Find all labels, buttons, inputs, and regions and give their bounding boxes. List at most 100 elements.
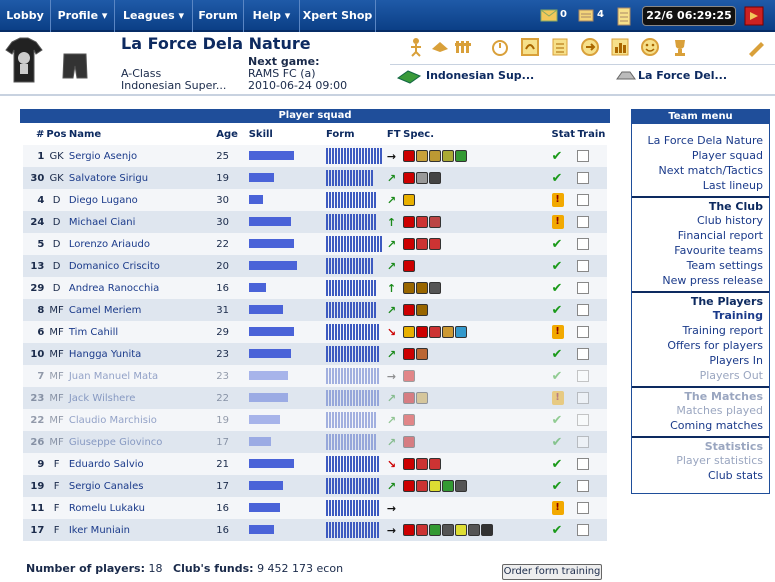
column-header-train[interactable]: Train xyxy=(576,123,607,145)
train-checkbox[interactable] xyxy=(577,524,590,536)
train-checkbox[interactable] xyxy=(577,260,590,272)
skill-bar xyxy=(248,525,274,534)
player-name-link[interactable]: Iker Muniain xyxy=(69,525,130,536)
specialty-icon xyxy=(416,150,429,162)
league-select[interactable]: Indonesian Sup... xyxy=(426,69,534,82)
pen-icon[interactable] xyxy=(746,37,768,57)
players-count: 18 xyxy=(148,562,163,575)
team-menu-link[interactable]: La Force Dela Nature xyxy=(632,133,769,148)
team-menu-link[interactable]: Players Out xyxy=(632,368,769,383)
player-name-link[interactable]: Andrea Ranocchia xyxy=(69,283,159,294)
team-menu-link[interactable]: Offers for players xyxy=(632,338,769,353)
nav-xpert-shop[interactable]: Xpert Shop xyxy=(300,0,376,32)
team-menu-link[interactable]: Club stats xyxy=(632,468,769,483)
specialty-icons xyxy=(402,387,550,409)
column-header-skill[interactable]: Skill xyxy=(248,123,325,145)
form-trend-arrow: ↗ xyxy=(386,237,397,251)
nav-help[interactable]: Help ▾ xyxy=(244,0,300,32)
nav-lobby[interactable]: Lobby xyxy=(0,0,51,32)
player-name-link[interactable]: Giuseppe Giovinco xyxy=(69,437,163,448)
top-navigation: Lobby Profile ▾ Leagues ▾ Forum Help ▾ X… xyxy=(0,0,775,32)
status-ok-icon: ✔ xyxy=(551,170,563,186)
team-menu-link[interactable]: Financial report xyxy=(632,228,769,243)
column-header-spec[interactable]: Spec. xyxy=(402,123,550,145)
team-icon[interactable] xyxy=(454,37,474,57)
mail-icon[interactable] xyxy=(540,8,558,22)
stats-icon[interactable] xyxy=(610,37,630,57)
player-name-link[interactable]: Tim Cahill xyxy=(69,327,118,338)
player-name-link[interactable]: Claudio Marchisio xyxy=(69,415,157,426)
team-menu-link[interactable]: New press release xyxy=(632,273,769,288)
team-menu-link[interactable]: Coming matches xyxy=(632,418,769,433)
train-checkbox[interactable] xyxy=(577,326,590,338)
hat-icon[interactable] xyxy=(430,37,450,57)
team-menu-link[interactable]: Player squad xyxy=(632,148,769,163)
logout-icon[interactable] xyxy=(744,6,764,26)
player-name-link[interactable]: Salvatore Sirigu xyxy=(69,173,148,184)
club-league[interactable]: Indonesian Super... xyxy=(121,79,226,92)
team-menu-link[interactable]: Favourite teams xyxy=(632,243,769,258)
player-name-link[interactable]: Michael Ciani xyxy=(69,217,135,228)
coach-icon[interactable] xyxy=(406,37,426,57)
player-name-link[interactable]: Sergio Asenjo xyxy=(69,151,137,162)
tactics-icon[interactable] xyxy=(520,37,540,57)
column-header-stat[interactable]: Stat xyxy=(551,123,577,145)
player-name-link[interactable]: Eduardo Salvio xyxy=(69,459,144,470)
team-menu-link[interactable]: Training report xyxy=(632,323,769,338)
player-name-link[interactable]: Jack Wilshere xyxy=(69,393,136,404)
team-menu-link[interactable]: Players In xyxy=(632,353,769,368)
player-name-link[interactable]: Sergio Canales xyxy=(69,481,144,492)
nav-profile[interactable]: Profile ▾ xyxy=(51,0,115,32)
train-cell xyxy=(576,255,607,277)
train-checkbox[interactable] xyxy=(577,392,590,404)
train-checkbox[interactable] xyxy=(577,436,590,448)
notepad-icon[interactable] xyxy=(617,6,631,26)
order-form-training-button[interactable]: Order form training xyxy=(502,564,602,580)
column-header-[interactable]: # xyxy=(23,123,45,145)
team-menu-link[interactable]: Last lineup xyxy=(632,178,769,193)
team-menu-link[interactable]: Matches played xyxy=(632,403,769,418)
train-checkbox[interactable] xyxy=(577,370,590,382)
train-checkbox[interactable] xyxy=(577,172,590,184)
column-header-age[interactable]: Age xyxy=(215,123,248,145)
train-checkbox[interactable] xyxy=(577,414,590,426)
player-name-link[interactable]: Domanico Criscito xyxy=(69,261,160,272)
stopwatch-icon[interactable] xyxy=(490,37,510,57)
status-cell: ✔ xyxy=(551,233,577,255)
player-name-link[interactable]: Lorenzo Ariaudo xyxy=(69,239,150,250)
team-menu-link[interactable]: Next match/Tactics xyxy=(632,163,769,178)
team-menu-link[interactable]: Team settings xyxy=(632,258,769,273)
team-menu-link[interactable]: Player statistics xyxy=(632,453,769,468)
train-checkbox[interactable] xyxy=(577,194,590,206)
train-checkbox[interactable] xyxy=(577,304,590,316)
column-header-name[interactable]: Name xyxy=(68,123,215,145)
train-checkbox[interactable] xyxy=(577,238,590,250)
club-select[interactable]: La Force Del... xyxy=(638,69,727,82)
column-header-form[interactable]: Form xyxy=(325,123,386,145)
notes-icon[interactable] xyxy=(577,7,595,23)
trophy-icon[interactable] xyxy=(670,37,690,57)
train-checkbox[interactable] xyxy=(577,282,590,294)
club-name[interactable]: La Force Dela Nature xyxy=(121,34,311,53)
train-checkbox[interactable] xyxy=(577,348,590,360)
nav-leagues[interactable]: Leagues ▾ xyxy=(115,0,193,32)
nav-forum[interactable]: Forum xyxy=(193,0,244,32)
smiley-icon[interactable] xyxy=(640,37,660,57)
player-name-link[interactable]: Camel Meriem xyxy=(69,305,142,316)
report-icon[interactable] xyxy=(550,37,570,57)
player-name-link[interactable]: Juan Manuel Mata xyxy=(69,371,158,382)
transfer-icon[interactable] xyxy=(580,37,600,57)
train-checkbox[interactable] xyxy=(577,216,590,228)
player-name-link[interactable]: Romelu Lukaku xyxy=(69,503,145,514)
player-name-link[interactable]: Hangga Yunita xyxy=(69,349,141,360)
train-checkbox[interactable] xyxy=(577,480,590,492)
team-menu-link[interactable]: Training xyxy=(632,308,769,323)
skill-bar xyxy=(248,503,280,512)
player-name-link[interactable]: Diego Lugano xyxy=(69,195,138,206)
column-header-ft[interactable]: FT xyxy=(386,123,402,145)
team-menu-link[interactable]: Club history xyxy=(632,213,769,228)
train-checkbox[interactable] xyxy=(577,458,590,470)
train-checkbox[interactable] xyxy=(577,150,590,162)
train-checkbox[interactable] xyxy=(577,502,590,514)
column-header-pos[interactable]: Pos xyxy=(45,123,68,145)
